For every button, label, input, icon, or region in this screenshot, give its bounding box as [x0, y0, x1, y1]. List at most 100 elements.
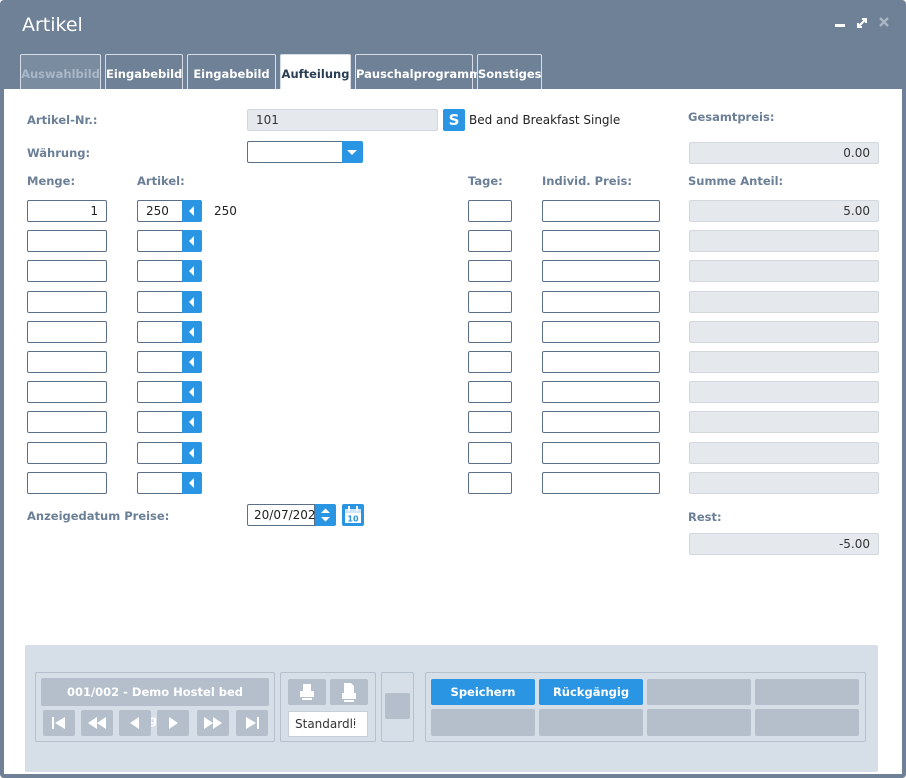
artikel-input[interactable]	[137, 411, 183, 433]
individ-preis-input[interactable]	[542, 381, 660, 403]
artikel-input[interactable]	[137, 442, 183, 464]
save-button[interactable]: Speichern	[431, 679, 535, 705]
chevron-left-icon	[189, 357, 194, 367]
individ-preis-input[interactable]	[542, 321, 660, 343]
s-button[interactable]: S	[443, 109, 465, 131]
artikel-lookup-button[interactable]	[182, 381, 202, 403]
action-button-8[interactable]	[755, 709, 859, 736]
chevron-down-icon	[347, 150, 357, 155]
menge-input[interactable]	[27, 472, 107, 494]
artikel-input[interactable]	[137, 260, 183, 282]
individ-preis-input[interactable]	[542, 200, 660, 222]
first-icon[interactable]	[43, 710, 75, 736]
menge-input[interactable]	[27, 411, 107, 433]
artikel-lookup-button[interactable]	[182, 260, 202, 282]
artikel-lookup-button[interactable]	[182, 200, 202, 222]
next-icon[interactable]	[157, 710, 189, 736]
tab-aufteilung[interactable]: Aufteilung	[280, 54, 351, 90]
action-button-4[interactable]	[755, 679, 859, 705]
menge-input[interactable]	[27, 321, 107, 343]
footer-toolbar: 001/002 - Demo Hostel bed categories Sta…	[25, 645, 878, 772]
minimize-icon[interactable]	[832, 14, 848, 35]
tab-eingabebild-2[interactable]: Eingabebild 2	[187, 54, 276, 119]
artikel-lookup-button[interactable]	[182, 472, 202, 494]
artikel-input[interactable]	[137, 321, 183, 343]
artikel-input[interactable]	[137, 230, 183, 252]
tab-auswahlbild[interactable]: Auswahlbild	[20, 54, 101, 89]
tage-input[interactable]	[468, 230, 512, 252]
chevron-left-icon	[189, 478, 194, 488]
tage-input[interactable]	[468, 442, 512, 464]
tab-pauschalprogramm[interactable]: Pauschalprogramm	[355, 54, 481, 89]
prev-icon[interactable]	[119, 710, 151, 736]
individ-preis-input[interactable]	[542, 442, 660, 464]
tage-input[interactable]	[468, 411, 512, 433]
chevron-left-icon	[189, 206, 194, 216]
waehrung-select[interactable]	[247, 141, 343, 163]
action-button-5[interactable]	[431, 709, 535, 736]
tage-header: Tage:	[468, 174, 503, 188]
chevron-left-icon	[189, 387, 194, 397]
waehrung-dropdown-button[interactable]	[342, 141, 363, 163]
artikel-input[interactable]	[137, 381, 183, 403]
date-spinner[interactable]	[315, 504, 336, 526]
artikel-lookup-button[interactable]	[182, 411, 202, 433]
menge-input[interactable]	[27, 381, 107, 403]
individ-preis-input[interactable]	[542, 411, 660, 433]
undo-button[interactable]: Rückgängig	[539, 679, 643, 705]
artikel-nr-field: 101	[247, 109, 438, 131]
summe-anteil-field	[689, 351, 879, 373]
last-icon[interactable]	[236, 710, 268, 736]
individ-preis-input[interactable]	[542, 291, 660, 313]
menge-input[interactable]	[27, 260, 107, 282]
artikel-input[interactable]	[137, 472, 183, 494]
tage-input[interactable]	[468, 472, 512, 494]
menge-input[interactable]	[27, 230, 107, 252]
window-titlebar[interactable]: Artikel	[0, 0, 906, 54]
artikel-input[interactable]	[137, 291, 183, 313]
gesamtpreis-label: Gesamtpreis:	[688, 110, 775, 124]
artikel-lookup-button[interactable]	[182, 230, 202, 252]
summe-anteil-field	[689, 291, 879, 313]
fast-forward-icon[interactable]	[197, 710, 229, 736]
tage-input[interactable]	[468, 291, 512, 313]
extra-button[interactable]	[385, 693, 410, 719]
menge-input[interactable]	[27, 291, 107, 313]
individ-preis-input[interactable]	[542, 351, 660, 373]
artikel-input[interactable]	[137, 351, 183, 373]
extra-panel	[381, 672, 414, 742]
tage-input[interactable]	[468, 200, 512, 222]
tage-input[interactable]	[468, 321, 512, 343]
artikel-lookup-button[interactable]	[182, 321, 202, 343]
individ-preis-input[interactable]	[542, 472, 660, 494]
tage-input[interactable]	[468, 381, 512, 403]
gesamtpreis-field: 0.00	[689, 142, 879, 164]
summe-anteil-field	[689, 230, 879, 252]
printer-icon[interactable]	[288, 679, 326, 705]
tab-sonstiges[interactable]: Sonstiges	[477, 54, 542, 89]
menge-input[interactable]	[27, 351, 107, 373]
menge-input[interactable]: 1	[27, 200, 107, 222]
artikel-lookup-button[interactable]	[182, 351, 202, 373]
spinner-updown-icon	[321, 508, 330, 522]
print-preview-icon[interactable]	[330, 679, 368, 705]
menge-input[interactable]	[27, 442, 107, 464]
close-icon[interactable]	[876, 14, 892, 35]
artikel-lookup-button[interactable]	[182, 442, 202, 464]
fast-back-icon[interactable]	[81, 710, 113, 736]
calendar-button[interactable]: 10	[342, 504, 364, 526]
tage-input[interactable]	[468, 351, 512, 373]
tab-eingabebild[interactable]: Eingabebild	[105, 54, 183, 89]
individ-preis-input[interactable]	[542, 260, 660, 282]
anzeigedatum-input[interactable]: 20/07/202	[247, 504, 316, 526]
maximize-icon[interactable]	[854, 14, 870, 35]
action-button-3[interactable]	[647, 679, 751, 705]
action-button-6[interactable]	[539, 709, 643, 736]
action-button-7[interactable]	[647, 709, 751, 736]
artikel-input[interactable]: 250	[137, 200, 183, 222]
article-window: Artikel Auswahlbild Eingabebild Eingabeb…	[0, 0, 906, 778]
individ-preis-input[interactable]	[542, 230, 660, 252]
artikel-lookup-button[interactable]	[182, 291, 202, 313]
tage-input[interactable]	[468, 260, 512, 282]
summe-anteil-field	[689, 442, 879, 464]
